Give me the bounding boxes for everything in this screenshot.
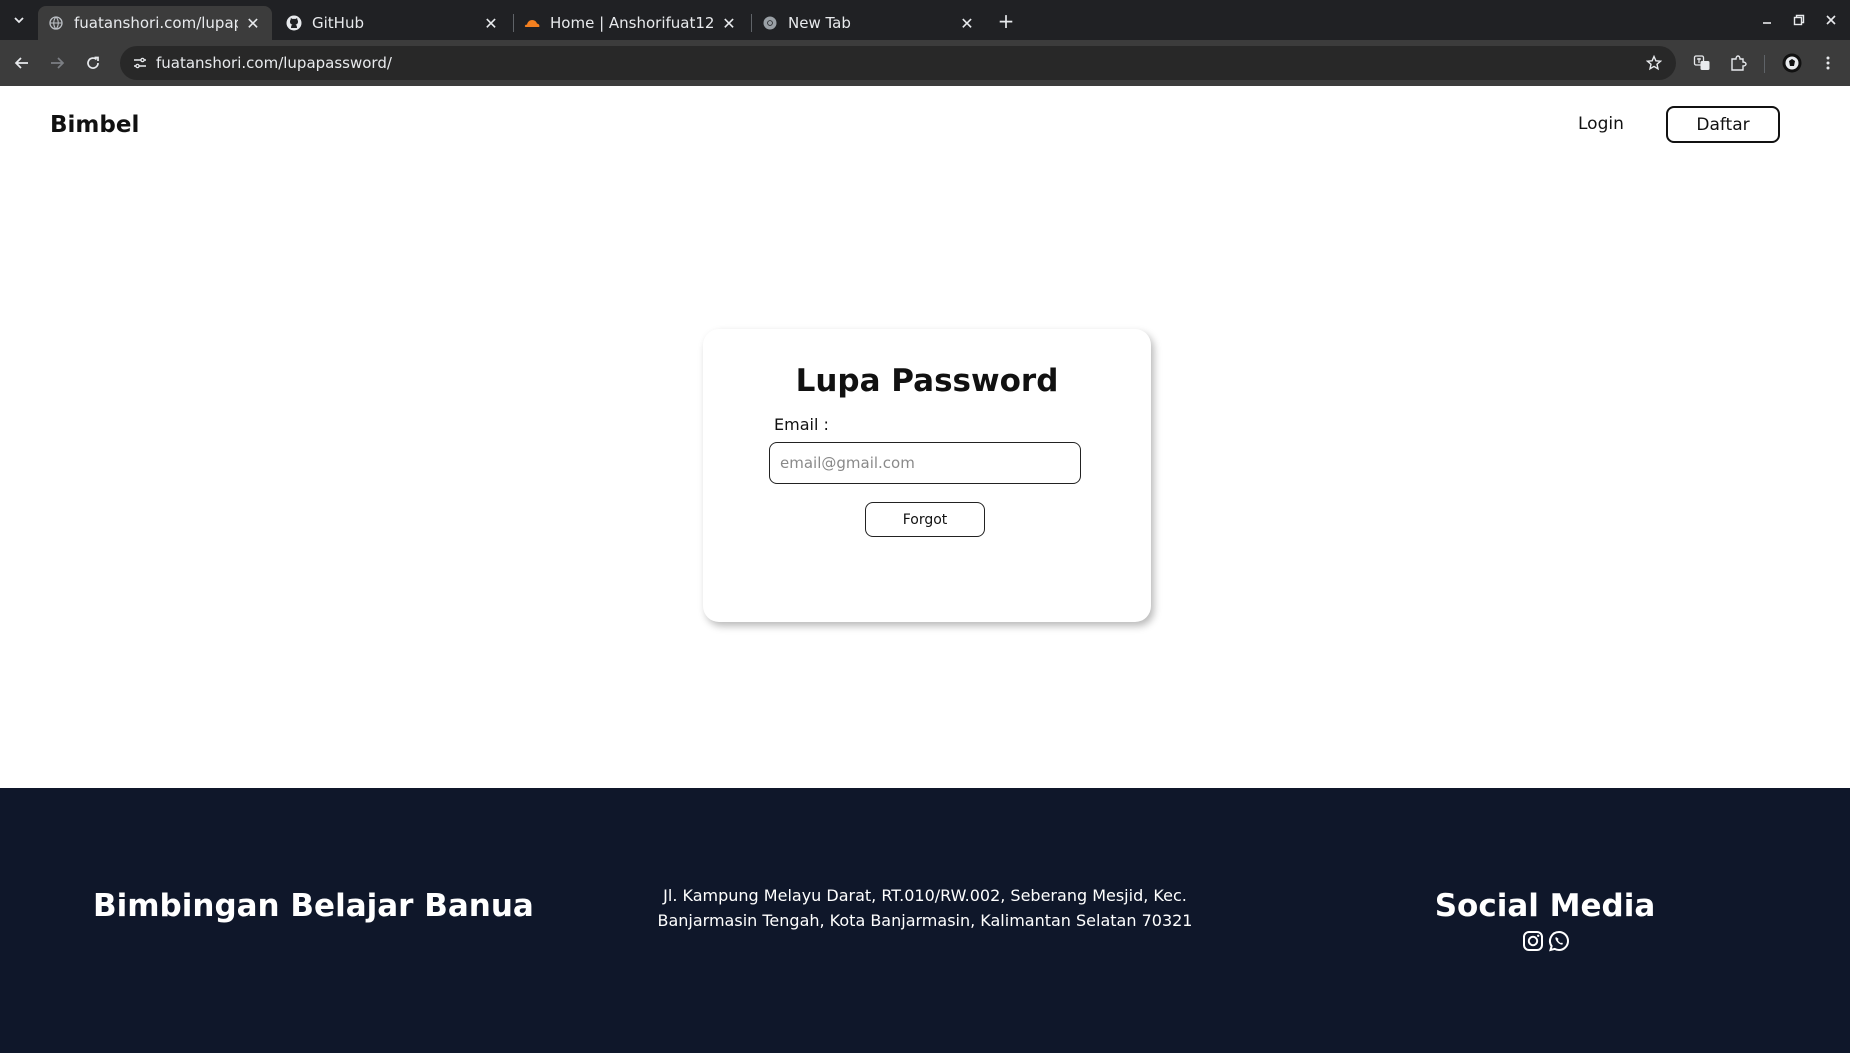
site-footer: Bimbingan Belajar Banua Jl. Kampung Mela… [0,788,1850,1053]
email-field[interactable] [769,442,1081,484]
close-tab-icon[interactable]: ✕ [958,14,976,33]
chevron-down-icon [14,17,24,24]
url-text[interactable]: fuatanshori.com/lupapassword/ [156,54,392,72]
cloudflare-icon [524,15,540,31]
forward-button[interactable] [45,51,69,75]
social-icons [1522,930,1570,952]
profile-button[interactable] [1780,51,1804,75]
tab-new-tab[interactable]: New Tab ✕ [752,6,986,40]
login-link[interactable]: Login [1578,114,1624,134]
close-icon [1826,15,1836,25]
social-media-title: Social Media [1434,888,1656,924]
footer-brand: Bimbingan Belajar Banua [93,888,534,924]
whatsapp-icon[interactable] [1548,930,1570,952]
plus-icon: + [997,9,1015,33]
menu-button[interactable] [1816,51,1840,75]
globe-icon [48,15,64,31]
tab-title: fuatanshori.com/lupapassword/ [74,14,238,32]
minimize-button[interactable] [1756,9,1778,31]
chrome-icon [762,15,778,31]
more-vertical-icon [1826,56,1830,70]
page: Bimbel Login Daftar Lupa Password Email … [0,86,1850,1053]
site-logo[interactable]: Bimbel [50,112,139,138]
new-tab-button[interactable]: + [994,9,1018,33]
tab-lupapassword[interactable]: fuatanshori.com/lupapassword/ ✕ [38,6,272,40]
close-tab-icon[interactable]: ✕ [720,14,738,33]
close-tab-icon[interactable]: ✕ [482,14,500,33]
instagram-icon[interactable] [1522,930,1544,952]
restore-icon [1793,14,1805,26]
puzzle-icon [1731,55,1747,71]
arrow-left-icon [14,57,28,69]
reload-icon [87,56,99,69]
footer-address: Jl. Kampung Melayu Darat, RT.010/RW.002,… [640,883,1210,933]
forgot-button[interactable]: Forgot [865,502,985,537]
close-window-button[interactable] [1820,9,1842,31]
toolbar-separator [1764,55,1765,73]
page-title: Lupa Password [795,363,1059,399]
reload-button[interactable] [81,51,105,75]
translate-button[interactable] [1690,51,1714,75]
browser-tab-bar: fuatanshori.com/lupapassword/ ✕ GitHub ✕… [0,0,1850,40]
tab-github[interactable]: GitHub ✕ [276,6,510,40]
bookmark-star-icon[interactable] [1644,53,1664,73]
forgot-password-card: Lupa Password Email : Forgot [703,329,1151,622]
minimize-icon [1763,22,1771,24]
address-line: Banjarmasin Tengah, Kota Banjarmasin, Ka… [657,911,1193,930]
arrow-right-icon [51,57,65,69]
extensions-button[interactable] [1726,51,1750,75]
email-label: Email : [774,415,829,434]
address-line: Jl. Kampung Melayu Darat, RT.010/RW.002,… [663,886,1187,905]
tab-cloudflare-home[interactable]: Home | Anshorifuat12@gmail.com ✕ [514,6,748,40]
restore-button[interactable] [1788,9,1810,31]
tab-title: Home | Anshorifuat12@gmail.com [550,14,714,32]
daftar-button[interactable]: Daftar [1666,106,1780,143]
browser-toolbar: fuatanshori.com/lupapassword/ [0,40,1850,86]
back-button[interactable] [10,51,34,75]
avatar-icon [1782,53,1802,73]
translate-icon [1693,55,1710,70]
tab-title: GitHub [312,14,364,32]
tab-title: New Tab [788,14,851,32]
close-tab-icon[interactable]: ✕ [244,14,262,33]
address-bar[interactable]: fuatanshori.com/lupapassword/ [120,46,1676,80]
site-info-icon[interactable] [130,53,150,73]
tab-search-button[interactable] [6,8,32,32]
github-icon [286,15,302,31]
